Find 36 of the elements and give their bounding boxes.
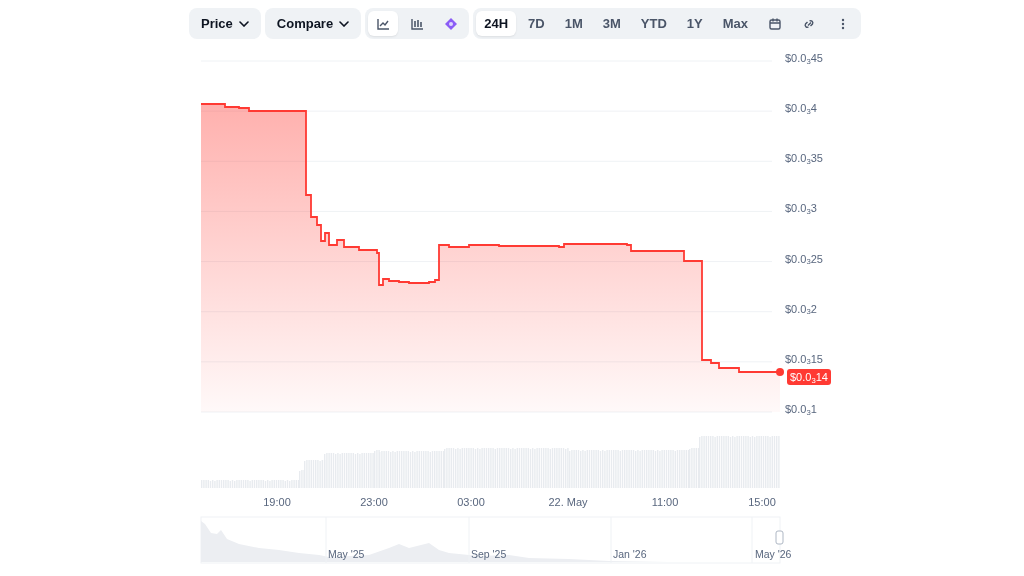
calendar-icon [768,16,782,31]
range-tab[interactable]: YTD [632,11,675,36]
range-tab[interactable]: 24H [476,11,517,36]
chart-type-button[interactable] [368,11,399,36]
caret-icon [339,20,350,27]
timeline-label: May '26 [755,548,792,560]
range-tab[interactable]: 1Y [678,11,711,36]
dropdown-button[interactable]: Price [189,8,261,39]
y-axis-label: $0.0$_{3}$25 [785,252,823,266]
range-tab[interactable]: 3M [594,11,629,36]
x-axis-label: 15:00 [748,496,776,509]
x-axis-label: 19:00 [263,496,291,509]
x-axis-label: 22. May [548,496,588,509]
current-price-tag: $0.0$_{3}$14 [787,369,831,385]
range-tab[interactable]: Max [714,11,756,36]
y-axis-label: $0.0$_{3}$3 [785,202,817,216]
x-axis-label: 11:00 [651,496,679,509]
diamond-logo-icon [444,16,459,31]
y-axis-label: $0.0$_{3}$45 [785,52,823,65]
bar-chart-icon [410,16,425,31]
x-axis-label: 03:00 [457,496,485,509]
range-tab[interactable]: 1M [556,11,591,36]
range-handle[interactable] [775,530,784,545]
y-axis-label: $0.0$_{3}$1 [785,403,817,416]
timeline-label: Sep '25 [471,548,507,560]
timeline-label: May '25 [328,548,365,560]
y-axis-label: $0.0$_{3}$35 [785,152,823,166]
dropdown-button[interactable]: Compare [264,8,362,39]
y-axis-label: $0.0$_{3}$15 [785,352,823,366]
line-chart-icon [376,16,391,31]
caret-icon [238,20,249,27]
y-axis-label: $0.0$_{3}$2 [785,302,817,316]
timeline-label: Jan '26 [613,548,647,560]
y-axis-label: $0.0$_{3}$4 [785,102,817,116]
range-tab[interactable]: 7D [520,11,553,36]
x-axis-label: 23:00 [360,496,388,509]
